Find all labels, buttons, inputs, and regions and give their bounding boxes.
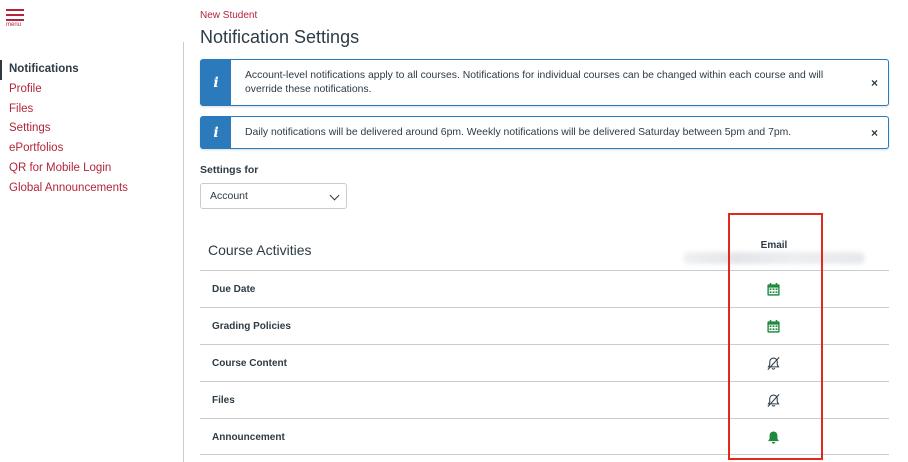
row-label: Due Date	[212, 284, 256, 295]
menu-label: menu	[6, 22, 22, 28]
sidebar-item-notifications[interactable]: Notifications	[0, 60, 180, 80]
column-header-email: Email	[760, 240, 788, 251]
alert-message: Account-level notifications apply to all…	[245, 70, 824, 95]
chevron-down-icon	[329, 190, 340, 201]
bell-off-icon[interactable]	[766, 356, 781, 371]
sidebar-item-global-announcements[interactable]: Global Announcements	[0, 179, 180, 199]
info-alert-account-level: i Account-level notifications apply to a…	[200, 59, 889, 106]
sidebar-item-eportfolios[interactable]: ePortfolios	[0, 139, 180, 159]
close-icon[interactable]: ×	[871, 126, 878, 140]
row-label: Files	[212, 395, 235, 406]
info-icon: i	[201, 117, 231, 148]
sidebar-nav: Notifications Profile Files Settings ePo…	[0, 60, 180, 199]
table-row: Announcement	[200, 418, 889, 455]
calendar-icon[interactable]	[766, 282, 781, 297]
settings-for-value: Account	[210, 190, 248, 202]
row-label: Course Content	[212, 358, 287, 369]
page-title: Notification Settings	[200, 27, 360, 47]
bell-off-icon[interactable]	[766, 393, 781, 408]
hamburger-bar	[6, 9, 24, 11]
sidebar-item-files[interactable]: Files	[0, 100, 180, 120]
table-row: Course Content	[200, 344, 889, 381]
sidebar-item-profile[interactable]: Profile	[0, 80, 180, 100]
row-label: Grading Policies	[212, 321, 291, 332]
blurred-content	[683, 252, 865, 264]
bell-icon[interactable]	[766, 430, 781, 445]
alert-message: Daily notifications will be delivered ar…	[245, 126, 792, 138]
hamburger-bar	[6, 19, 24, 21]
section-title: Course Activities	[208, 242, 312, 258]
hamburger-bar	[6, 14, 24, 16]
notification-table: Due Date Grading Policies Course Content…	[200, 270, 889, 455]
sidebar-item-settings[interactable]: Settings	[0, 119, 180, 139]
table-row: Files	[200, 381, 889, 418]
breadcrumb[interactable]: New Student	[200, 10, 257, 21]
menu-button[interactable]: menu	[6, 9, 26, 29]
calendar-icon[interactable]	[766, 319, 781, 334]
settings-for-select[interactable]: Account	[200, 183, 347, 209]
settings-for-label: Settings for	[200, 164, 259, 176]
sidebar-item-qr-mobile-login[interactable]: QR for Mobile Login	[0, 159, 180, 179]
close-icon[interactable]: ×	[871, 76, 878, 90]
row-label: Announcement	[212, 432, 285, 443]
table-row: Grading Policies	[200, 307, 889, 344]
table-row: Due Date	[200, 270, 889, 307]
info-icon: i	[201, 60, 231, 105]
sidebar-divider	[183, 42, 184, 462]
info-alert-delivery-times: i Daily notifications will be delivered …	[200, 116, 889, 149]
